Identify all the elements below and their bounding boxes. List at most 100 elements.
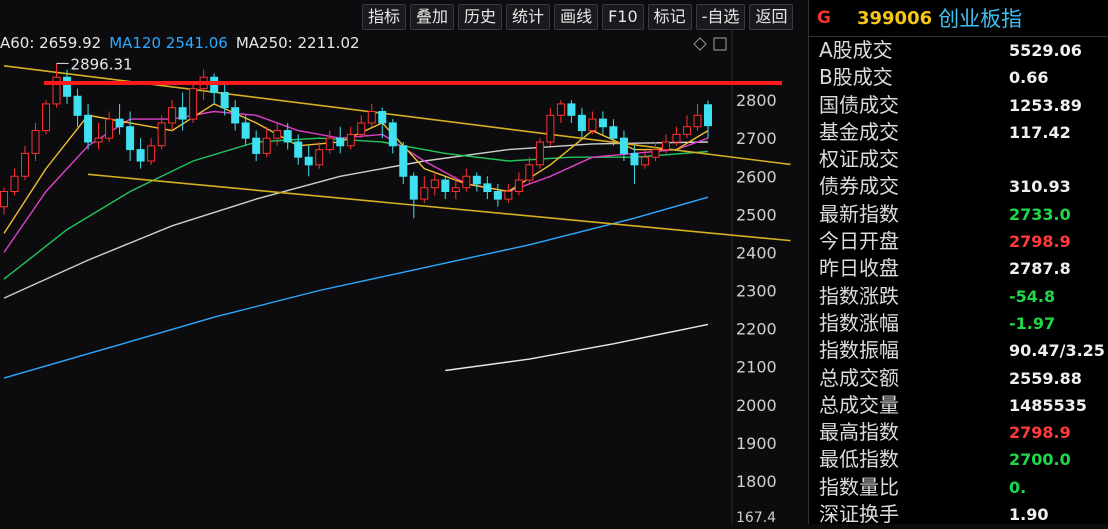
candle-body [189, 88, 198, 120]
candle-body [378, 111, 387, 124]
lower-trendline [87, 173, 791, 242]
y-tick-label: 2300 [736, 282, 777, 301]
stat-value: 5529.06 [1009, 41, 1082, 60]
y-tick-label: 2000 [736, 396, 777, 415]
stat-label: 总成交额 [819, 365, 899, 390]
ticker-code[interactable]: 399006 [857, 8, 932, 29]
candle-body [304, 156, 313, 166]
candle-body [241, 122, 250, 139]
candle-body [535, 141, 544, 166]
y-tick-label: 2700 [736, 129, 777, 148]
back-button[interactable]: 返回 [749, 4, 794, 30]
candle-body [430, 179, 439, 189]
indicator-button[interactable]: 指标 [362, 4, 407, 30]
candle-body [73, 95, 82, 116]
ma-line-3 [3, 137, 709, 280]
quote-panel: G 399006 创业板指 A股成交 5529.06 B股成交 0.66 国债成交 125… [808, 0, 1108, 524]
stat-label: 基金成交 [819, 119, 899, 144]
y-tick-label: 1900 [736, 434, 777, 453]
history-button[interactable]: 历史 [458, 4, 503, 30]
stat-value: 2559.88 [1009, 368, 1082, 388]
stat-label: 指数涨幅 [819, 310, 899, 335]
stat-label: 总成交量 [819, 392, 899, 417]
ticker-name[interactable]: 创业板指 [938, 3, 1022, 33]
candle-body [336, 137, 345, 147]
stat-value: 1.90 [1009, 505, 1049, 524]
candle-body [619, 137, 628, 154]
y-tick-label: 1800 [736, 472, 777, 491]
ma-line-2 [3, 141, 709, 299]
stat-value: 2733.0 [1009, 204, 1071, 224]
kline-chart[interactable]: 2800 2700 2600 2500 2400 2300 2200 2100 2000 1900… [0, 0, 808, 526]
stat-row: 最新指数 2733.0 [809, 201, 1108, 228]
stat-value: 2798.9 [1009, 232, 1071, 252]
moving-average-legend: A60: 2659.92 MA120 2541.06 MA250: 2211.02 [0, 34, 368, 52]
candle-body [640, 156, 649, 166]
stat-row: 指数振幅 90.47/3.25 [809, 337, 1108, 364]
stat-label: 今日开盘 [819, 229, 899, 254]
candle-body [0, 190, 8, 208]
candle-body [115, 118, 124, 128]
stat-row: 债券成交 310.93 [809, 173, 1108, 200]
candle-body [367, 111, 376, 124]
stat-row: 基金成交 117.42 [809, 119, 1108, 146]
diamond-icon [693, 37, 707, 51]
candle-body [567, 103, 576, 116]
high-marker-label: 2896.31 [71, 55, 133, 73]
stat-value: 2787.8 [1009, 259, 1071, 279]
stats-list: A股成交 5529.06 B股成交 0.66 国债成交 1253.89 基金成交 117.42… [809, 37, 1108, 524]
candle-body [105, 118, 114, 139]
candle-body [231, 107, 240, 124]
stat-label: B股成交 [819, 65, 893, 90]
chart-toolbar: 指标 叠加 历史 统计 画线 F10 标记 -自选 返回 [362, 4, 794, 30]
candle-body [682, 126, 691, 135]
stat-label: 国债成交 [819, 92, 899, 117]
ma-legend-item: A60: 2659.92 [0, 34, 102, 52]
candle-body [472, 175, 481, 185]
selfselect-button[interactable]: -自选 [695, 4, 746, 30]
candle-body [546, 114, 555, 143]
stat-row: A股成交 5529.06 [809, 37, 1108, 64]
stat-label: 债券成交 [819, 174, 899, 199]
candle-body [661, 141, 670, 151]
mark-button[interactable]: 标记 [647, 4, 692, 30]
stat-row: 权证成交 [809, 146, 1108, 173]
candle-body [10, 175, 19, 192]
kline-chart-svg[interactable]: 2800 2700 2600 2500 2400 2300 2200 2100 2000 1900… [0, 0, 808, 526]
stat-label: 最高指数 [819, 420, 899, 445]
stat-value: 1485535 [1009, 395, 1087, 415]
stat-label: 昨日收盘 [819, 256, 899, 281]
y-tick-label: 2400 [736, 243, 777, 262]
candle-body [147, 145, 156, 162]
candle-body [220, 91, 229, 109]
stat-value: 2700.0 [1009, 450, 1071, 470]
stat-value: -54.8 [1009, 286, 1056, 306]
candle-body [178, 107, 187, 120]
candle-body [283, 130, 292, 143]
stat-row: 总成交量 1485535 [809, 392, 1108, 419]
ticker-header: G 399006 创业板指 [809, 0, 1108, 37]
candle-body [504, 190, 513, 200]
f10-button[interactable]: F10 [602, 4, 644, 30]
stat-value: 2798.9 [1009, 423, 1071, 443]
candle-body [357, 122, 366, 135]
overlay-button[interactable]: 叠加 [410, 4, 455, 30]
stat-value: 117.42 [1009, 122, 1071, 142]
candle-body [630, 152, 639, 166]
ma120-line [3, 196, 709, 379]
candle-body [651, 149, 660, 158]
candle-body [31, 130, 40, 154]
stat-label: 指数涨跌 [819, 283, 899, 308]
y-tick-label: 2500 [736, 205, 777, 224]
candle-body [514, 179, 523, 192]
stat-label: 深证换手 [819, 502, 899, 524]
stats-button[interactable]: 统计 [506, 4, 551, 30]
candle-body [556, 103, 565, 116]
candle-body [409, 175, 418, 200]
y-tick-label: 2800 [736, 91, 777, 110]
stat-label: 指数振幅 [819, 338, 899, 363]
window-icon [713, 37, 727, 51]
candle-body [157, 122, 166, 147]
stat-row: 深证换手 1.90 [809, 501, 1108, 524]
drawline-button[interactable]: 画线 [554, 4, 599, 30]
